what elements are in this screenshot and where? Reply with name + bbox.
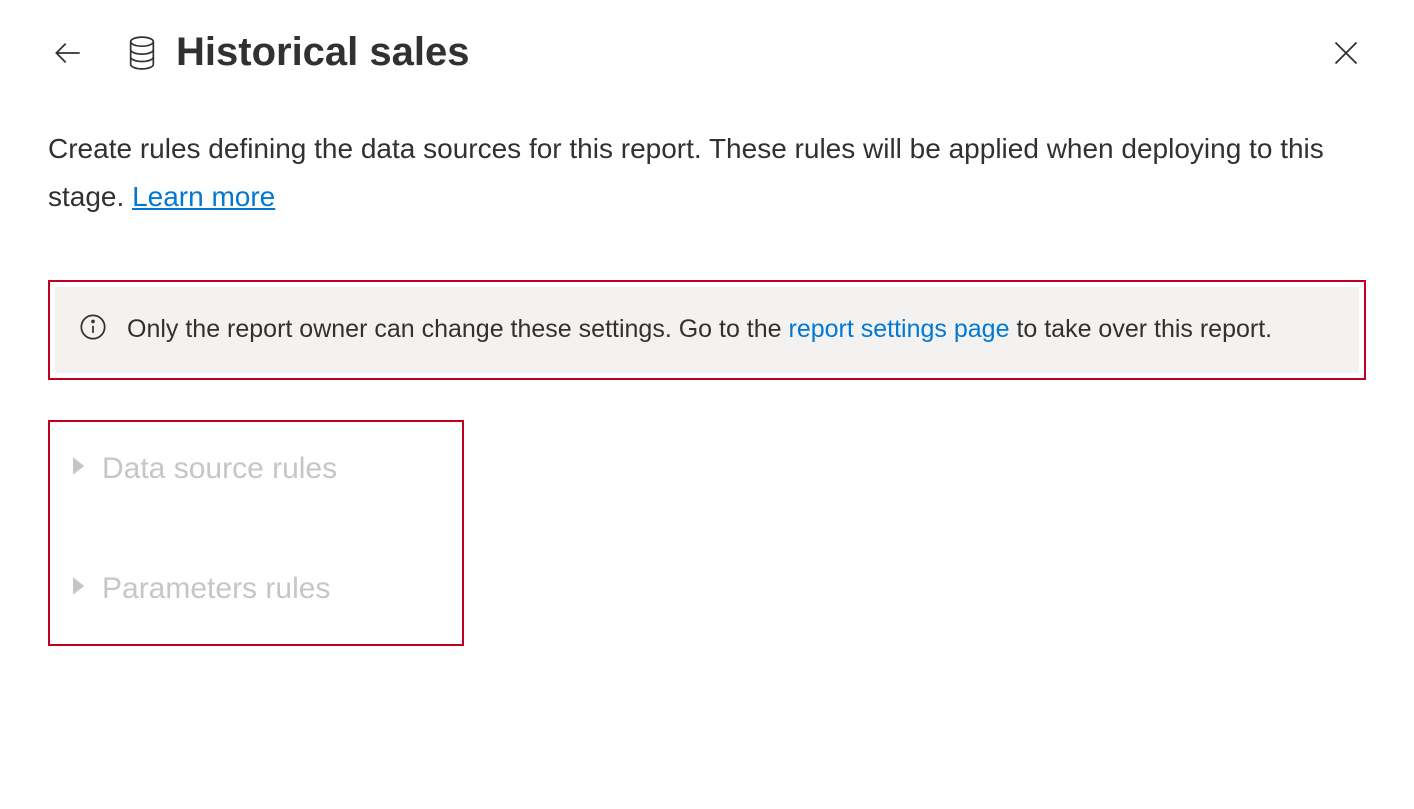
back-button[interactable] [48, 33, 88, 73]
dialog-header: Historical sales [48, 30, 1366, 75]
info-box-highlight: Only the report owner can change these s… [48, 280, 1366, 380]
close-button[interactable] [1326, 33, 1366, 73]
description-text: Create rules defining the data sources f… [48, 125, 1366, 220]
chevron-right-icon [70, 576, 86, 601]
report-settings-link[interactable]: report settings page [789, 315, 1010, 343]
data-source-rules-section[interactable]: Data source rules [62, 434, 442, 504]
data-source-rules-label: Data source rules [102, 452, 337, 486]
chevron-right-icon [70, 456, 86, 481]
dataset-icon [128, 36, 156, 70]
info-text-prefix: Only the report owner can change these s… [127, 315, 789, 343]
learn-more-link[interactable]: Learn more [132, 181, 275, 212]
info-text-suffix: to take over this report. [1016, 315, 1272, 343]
arrow-left-icon [54, 39, 82, 67]
close-icon [1332, 39, 1360, 67]
rules-highlight: Data source rules Parameters rules [48, 420, 464, 646]
parameters-rules-label: Parameters rules [102, 572, 330, 606]
parameters-rules-section[interactable]: Parameters rules [62, 554, 442, 624]
info-icon [79, 313, 107, 346]
page-title: Historical sales [176, 30, 1326, 75]
info-box: Only the report owner can change these s… [55, 287, 1359, 373]
info-text: Only the report owner can change these s… [127, 311, 1272, 349]
